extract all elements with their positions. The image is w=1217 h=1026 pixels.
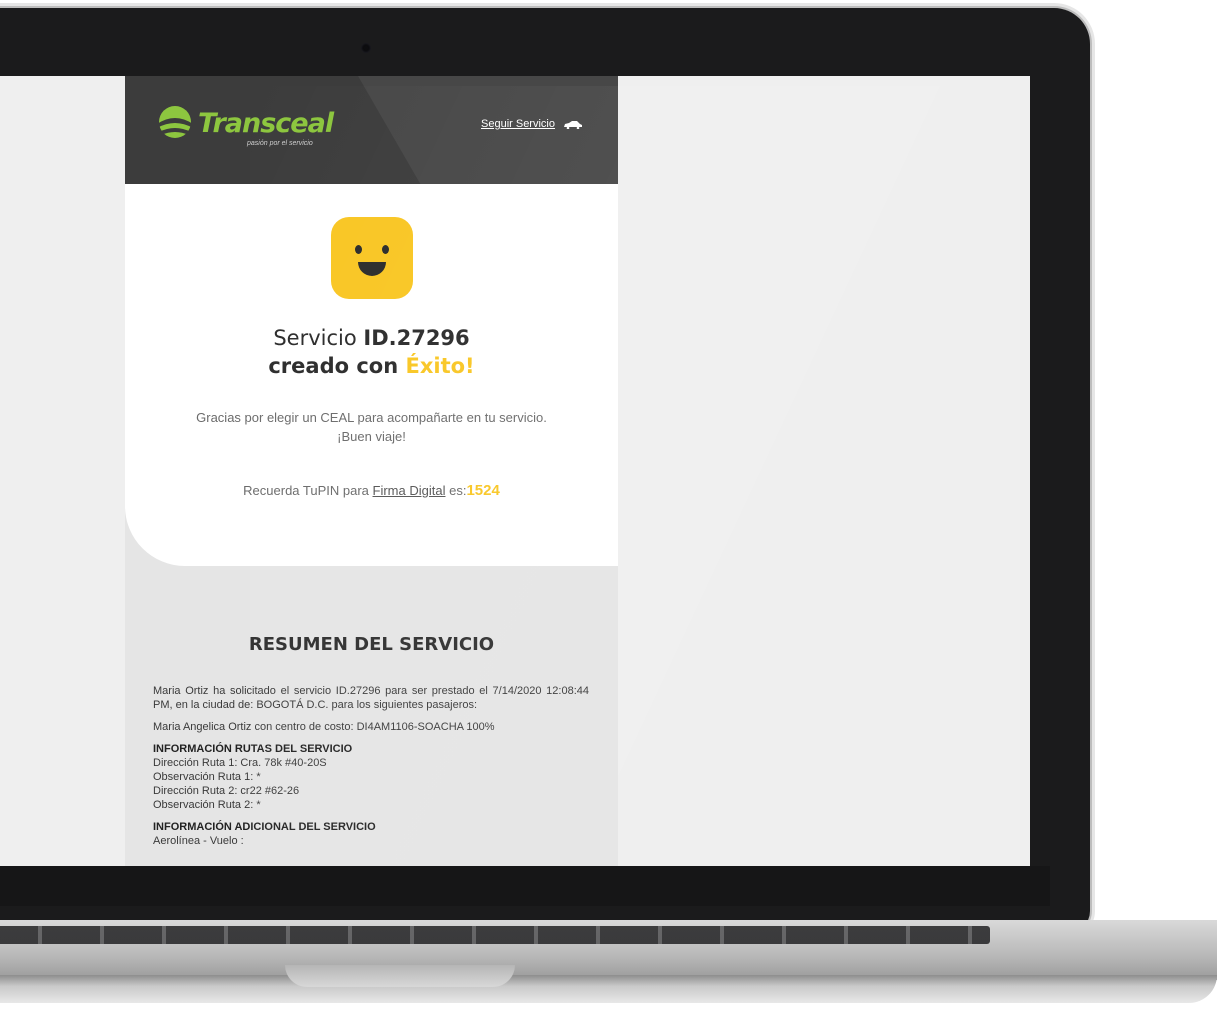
car-icon[interactable] — [563, 121, 583, 129]
additional-heading: INFORMACIÓN ADICIONAL DEL SERVICIO — [153, 821, 376, 833]
title-prefix: Servicio — [273, 326, 364, 350]
smiley-eye — [355, 245, 362, 254]
routes-heading: INFORMACIÓN RUTAS DEL SERVICIO — [153, 743, 353, 755]
pin-mid: es: — [445, 483, 467, 498]
success-hero: Servicio ID.27296 creado con Éxito! Grac… — [125, 184, 618, 566]
route-line: Dirección Ruta 2: cr22 #62-26 — [153, 785, 300, 797]
follow-service-link[interactable]: Seguir Servicio — [481, 118, 555, 130]
email-header: Transceal pasión por el servicio Seguir … — [125, 76, 618, 184]
screen: Transceal pasión por el servicio Seguir … — [0, 76, 1030, 866]
pin-prefix: Recuerda TuPIN para — [243, 483, 373, 498]
laptop-base-lip — [0, 975, 1217, 1003]
keyboard-edge — [0, 926, 990, 944]
logo-emblem-icon — [157, 106, 193, 138]
laptop-lid: Transceal pasión por el servicio Seguir … — [0, 8, 1090, 933]
summary-paragraph: Maria Ortiz ha solicitado el servicio ID… — [153, 685, 589, 711]
route-line: Observación Ruta 2: * — [153, 799, 261, 811]
title-accent: Éxito! — [405, 354, 475, 378]
smiley-mouth — [358, 262, 386, 276]
trackpad-notch — [285, 965, 515, 987]
additional-line: Aerolínea - Vuelo : — [153, 835, 244, 847]
camera-icon — [361, 43, 371, 53]
title-line2: creado con — [268, 354, 406, 378]
thanks-line1: Gracias por elegir un CEAL para acompaña… — [196, 410, 547, 425]
service-summary: RESUMEN DEL SERVICIO Maria Ortiz ha soli… — [125, 566, 618, 866]
pin-code: 1524 — [466, 482, 500, 499]
smiley-icon — [331, 217, 413, 299]
summary-body: Maria Ortiz ha solicitado el servicio ID… — [153, 684, 589, 848]
smiley-eye — [382, 245, 389, 254]
pin-reminder: Recuerda TuPIN para Firma Digital es:152… — [125, 482, 618, 499]
page-title: Servicio ID.27296 creado con Éxito! — [125, 324, 618, 380]
email-message: Transceal pasión por el servicio Seguir … — [125, 76, 618, 866]
route-line: Observación Ruta 1: * — [153, 771, 261, 783]
thanks-message: Gracias por elegir un CEAL para acompaña… — [125, 408, 618, 446]
logo-tagline: pasión por el servicio — [247, 140, 313, 147]
logo-wordmark: Transceal — [198, 108, 334, 139]
transceal-logo[interactable]: Transceal pasión por el servicio — [153, 102, 334, 152]
digital-signature-link[interactable]: Firma Digital — [373, 483, 446, 498]
summary-title: RESUMEN DEL SERVICIO — [248, 634, 495, 655]
passenger-line: Maria Angelica Ortiz con centro de costo… — [153, 721, 495, 733]
bottom-bezel — [0, 866, 1050, 906]
route-line: Dirección Ruta 1: Cra. 78k #40-20S — [153, 757, 327, 769]
thanks-line2: ¡Buen viaje! — [337, 429, 406, 444]
service-id: ID.27296 — [363, 326, 470, 350]
